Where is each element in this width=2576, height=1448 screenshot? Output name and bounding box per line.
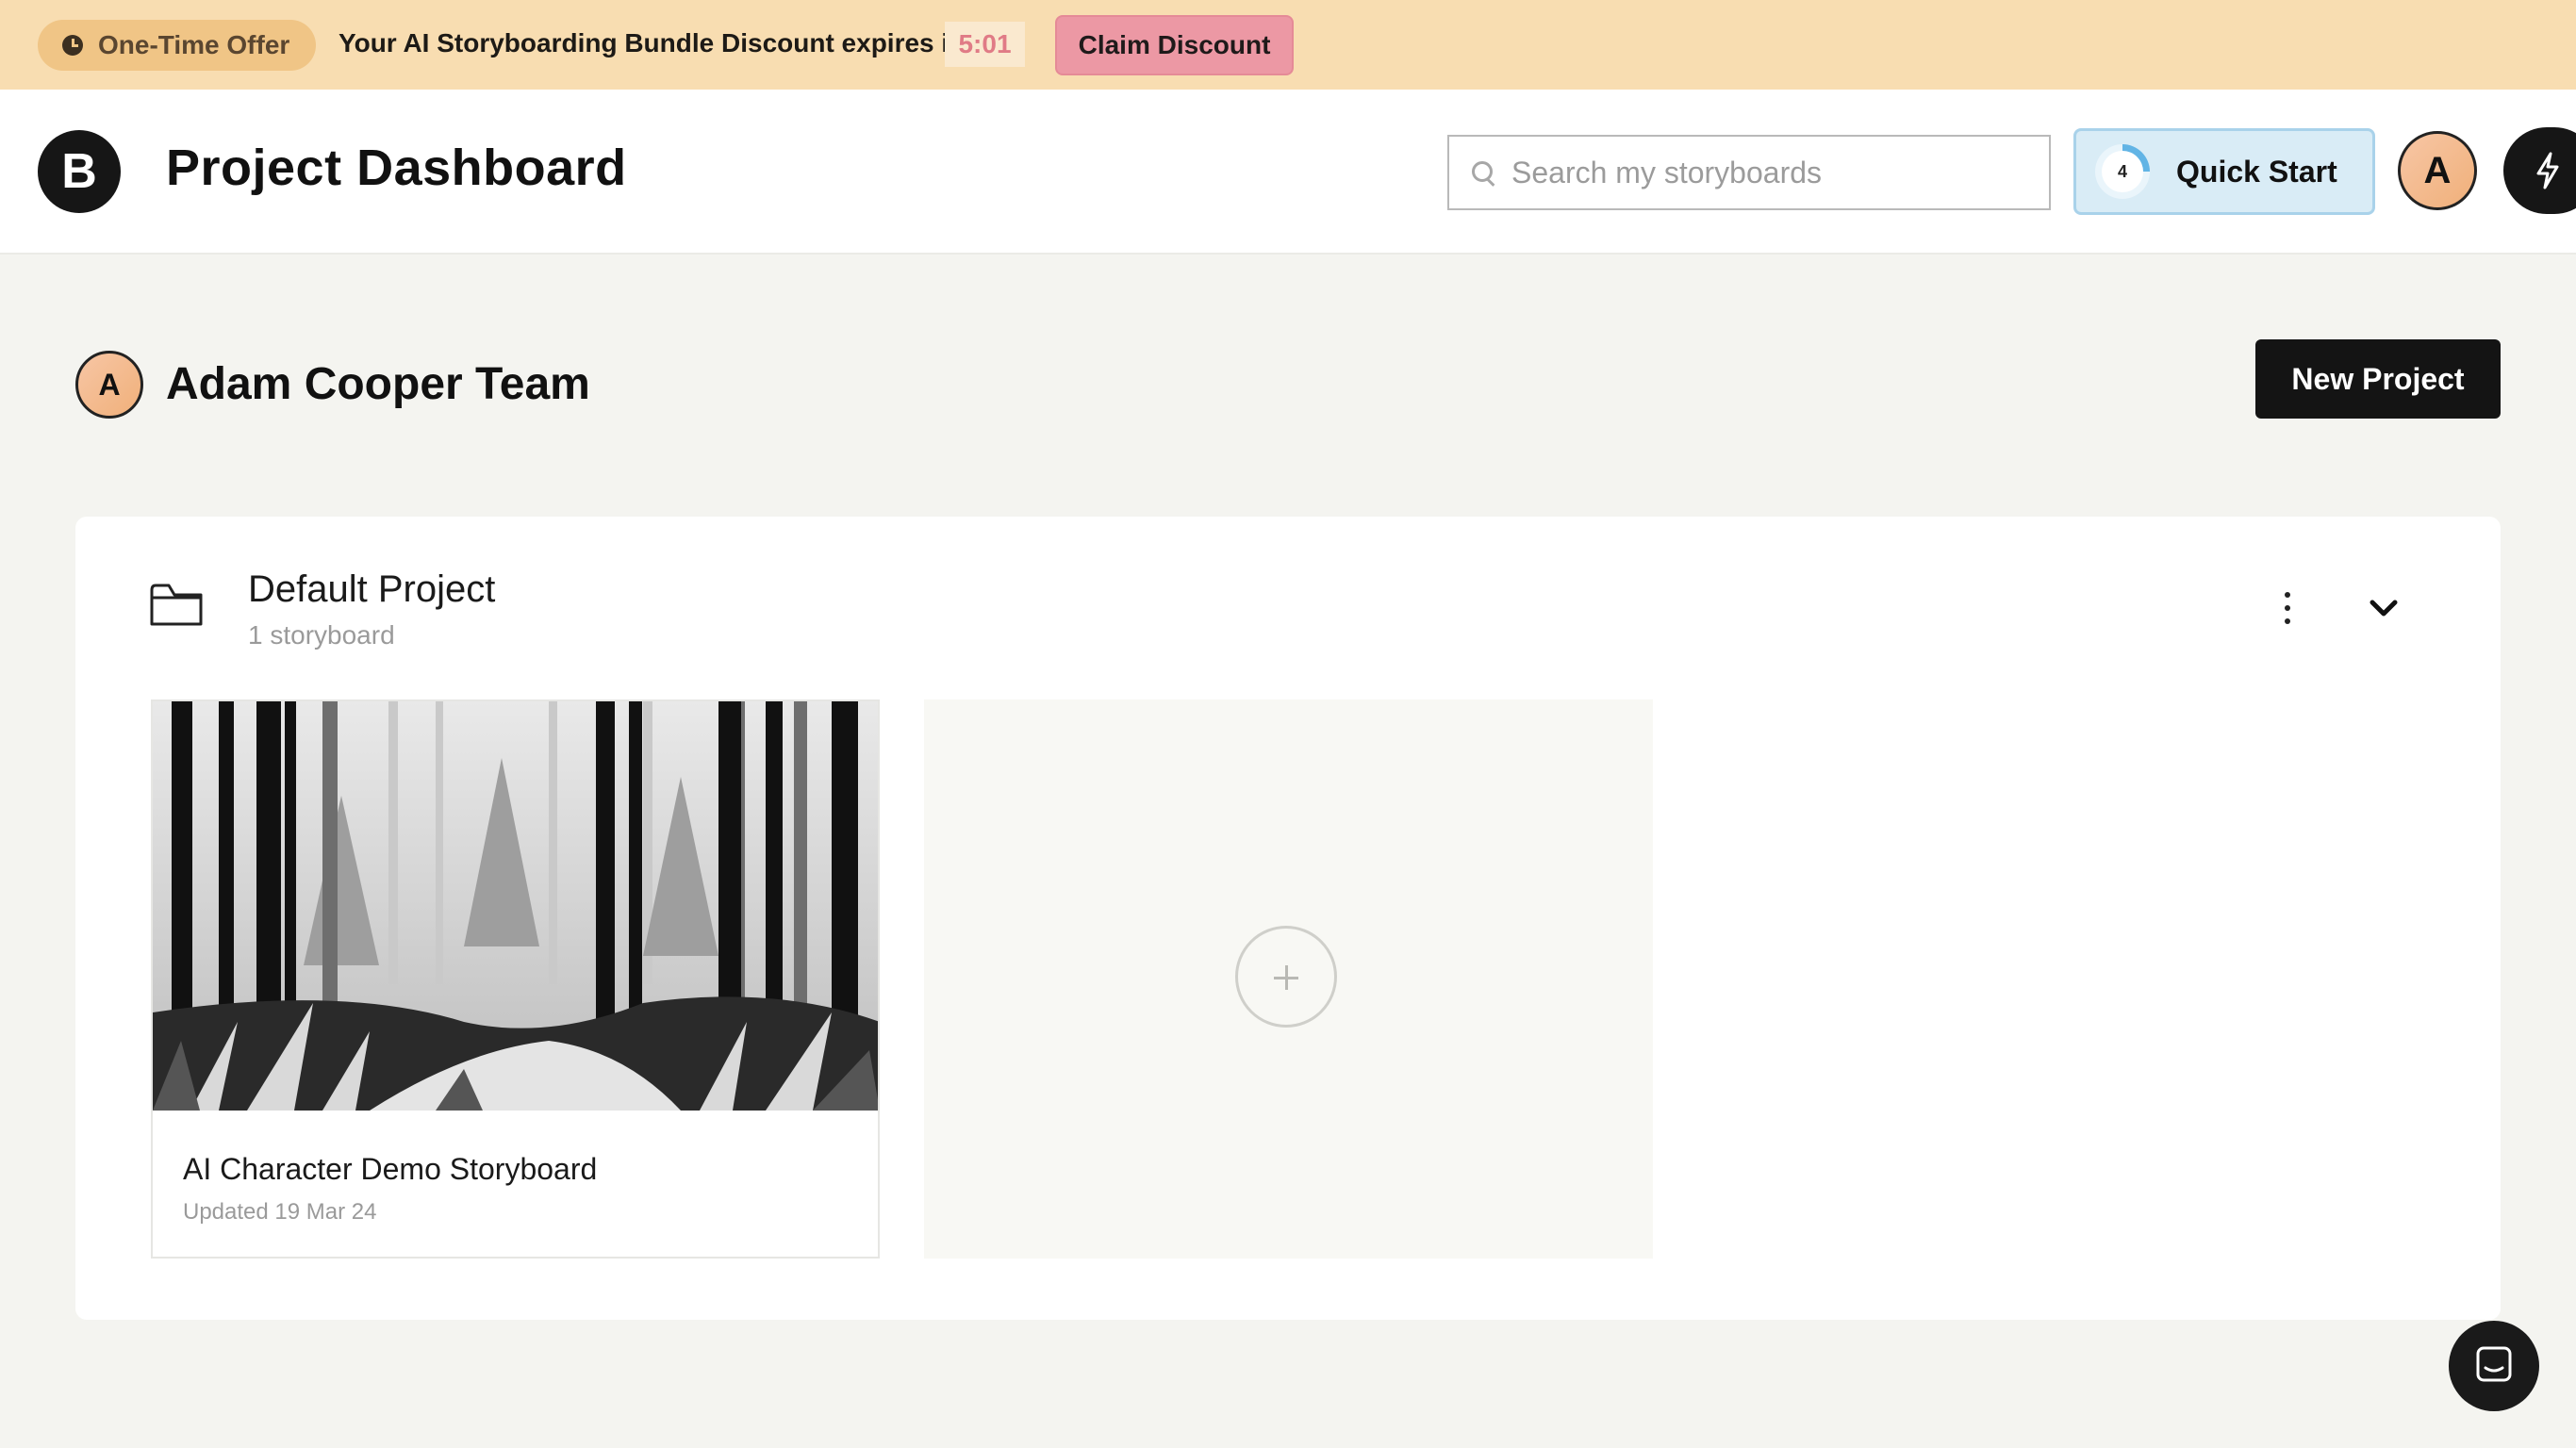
storyboard-title: AI Character Demo Storyboard	[183, 1152, 598, 1186]
team-name: Adam Cooper Team	[166, 359, 590, 409]
offer-label: One-Time Offer	[98, 30, 290, 59]
app-logo[interactable]: B	[38, 130, 121, 213]
search-icon	[1472, 161, 1494, 184]
top-header: B Project Dashboard 4 Quick Start A	[0, 90, 2576, 255]
promo-banner: One-Time Offer Your AI Storyboarding Bun…	[0, 0, 2576, 90]
lightning-icon	[2536, 152, 2559, 189]
chat-launcher-button[interactable]	[2449, 1321, 2539, 1411]
add-storyboard-card[interactable]	[924, 699, 1653, 1259]
countdown-timer: 5:01	[945, 22, 1025, 67]
team-avatar: A	[75, 351, 143, 419]
search-box	[1447, 135, 2051, 210]
more-vertical-icon[interactable]	[2278, 592, 2297, 626]
storyboard-updated: Updated 19 Mar 24	[183, 1199, 377, 1225]
storyboard-count: 1 storyboard	[248, 620, 395, 650]
plus-icon[interactable]	[1235, 926, 1337, 1028]
chevron-down-icon[interactable]	[2365, 594, 2403, 622]
chat-icon	[2476, 1346, 2512, 1382]
page-title: Project Dashboard	[166, 140, 627, 196]
user-avatar[interactable]: A	[2398, 131, 2477, 210]
upgrade-button[interactable]	[2503, 127, 2576, 214]
storyboard-card[interactable]: AI Character Demo Storyboard Updated 19 …	[151, 699, 880, 1259]
folder-icon	[150, 584, 203, 626]
quick-start-button[interactable]: 4 Quick Start	[2073, 128, 2375, 215]
claim-discount-button[interactable]: Claim Discount	[1055, 15, 1294, 75]
search-input[interactable]	[1510, 154, 2049, 191]
clock-icon	[62, 35, 83, 56]
one-time-offer-badge: One-Time Offer	[38, 20, 316, 71]
project-panel: Default Project 1 storyboard AI Characte…	[75, 517, 2501, 1320]
progress-ring: 4	[2095, 144, 2150, 199]
discount-message: Your AI Storyboarding Bundle Discount ex…	[339, 28, 966, 58]
new-project-button[interactable]: New Project	[2255, 339, 2501, 419]
storyboard-thumbnail	[153, 701, 878, 1111]
project-name[interactable]: Default Project	[248, 568, 495, 611]
quick-start-count: 4	[2102, 151, 2143, 192]
quick-start-label: Quick Start	[2176, 154, 2337, 189]
